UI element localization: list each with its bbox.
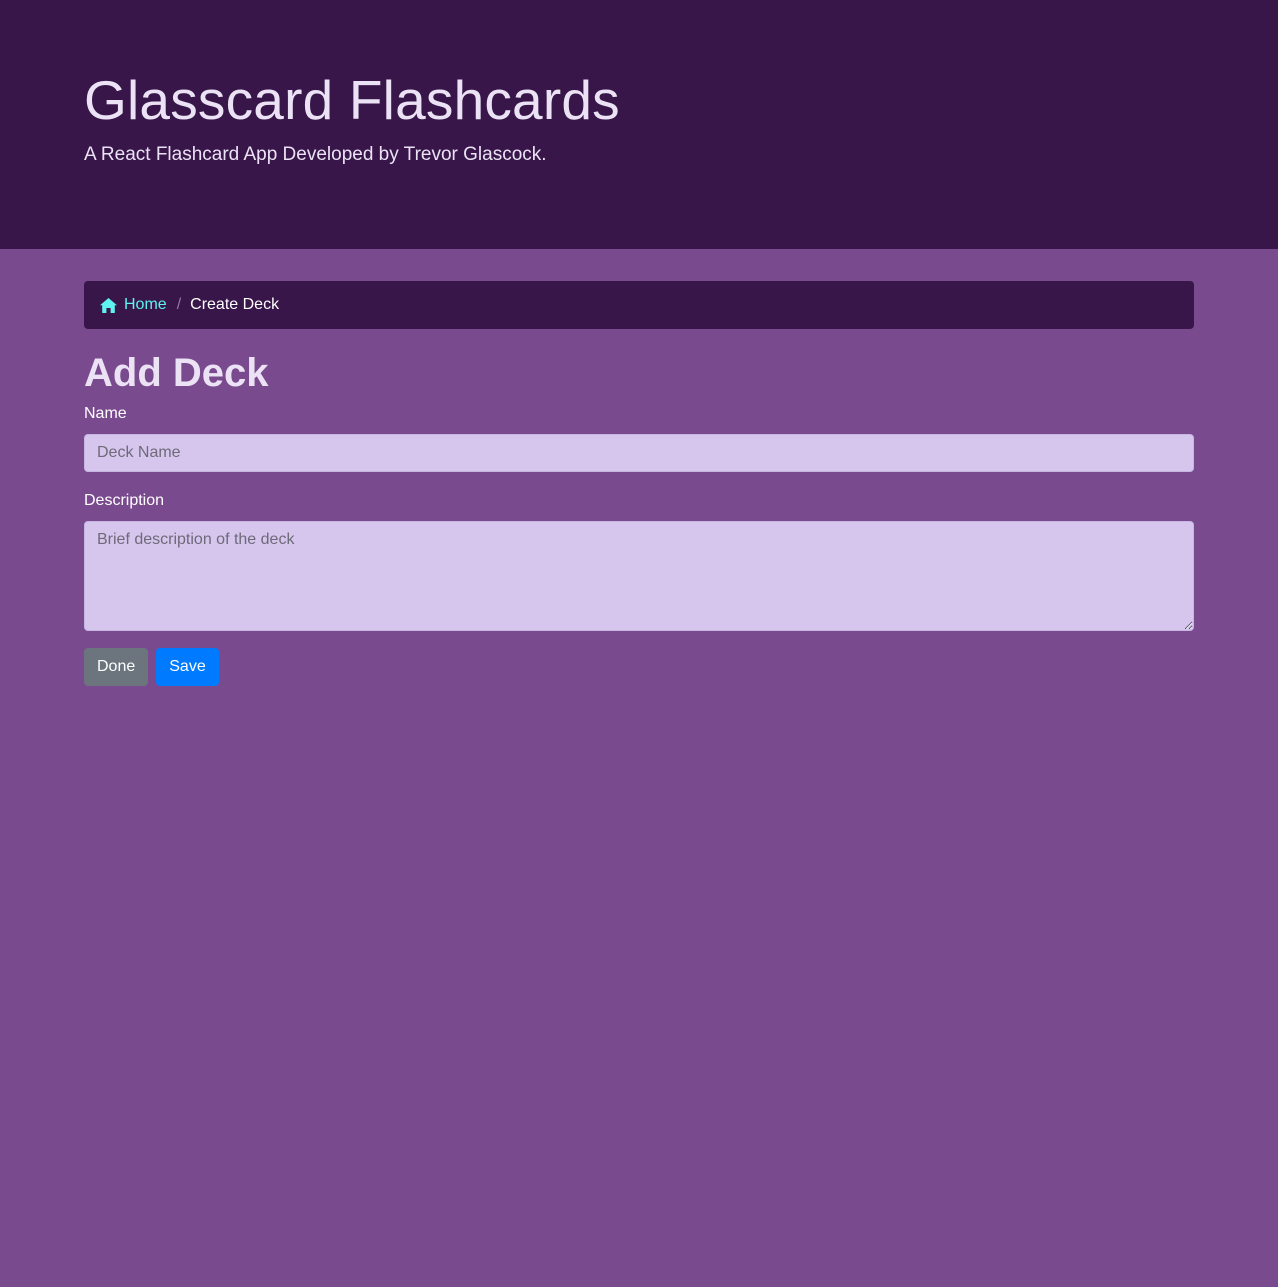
app-title: Glasscard Flashcards xyxy=(84,69,620,131)
main-content: Home / Create Deck Add Deck Name Descrip… xyxy=(0,249,1278,686)
breadcrumb-home-link[interactable]: Home xyxy=(100,296,167,314)
breadcrumb-current: Create Deck xyxy=(190,296,280,313)
description-label: Description xyxy=(84,492,165,509)
app-header: Glasscard Flashcards A React Flashcard A… xyxy=(0,0,1278,249)
breadcrumb-home-label: Home xyxy=(124,296,167,313)
home-icon xyxy=(100,297,117,313)
done-button[interactable]: Done xyxy=(84,648,149,686)
add-deck-form: Name Description Done Save xyxy=(84,404,1194,686)
form-actions: Done Save xyxy=(84,648,1194,686)
name-label: Name xyxy=(84,405,127,422)
deck-name-input[interactable] xyxy=(84,434,1194,472)
save-button[interactable]: Save xyxy=(156,648,219,686)
breadcrumb: Home / Create Deck xyxy=(84,281,1194,329)
page-title: Add Deck xyxy=(84,351,269,395)
breadcrumb-separator: / xyxy=(176,296,182,313)
deck-description-input[interactable] xyxy=(84,521,1194,631)
app-subtitle: A React Flashcard App Developed by Trevo… xyxy=(84,144,547,165)
